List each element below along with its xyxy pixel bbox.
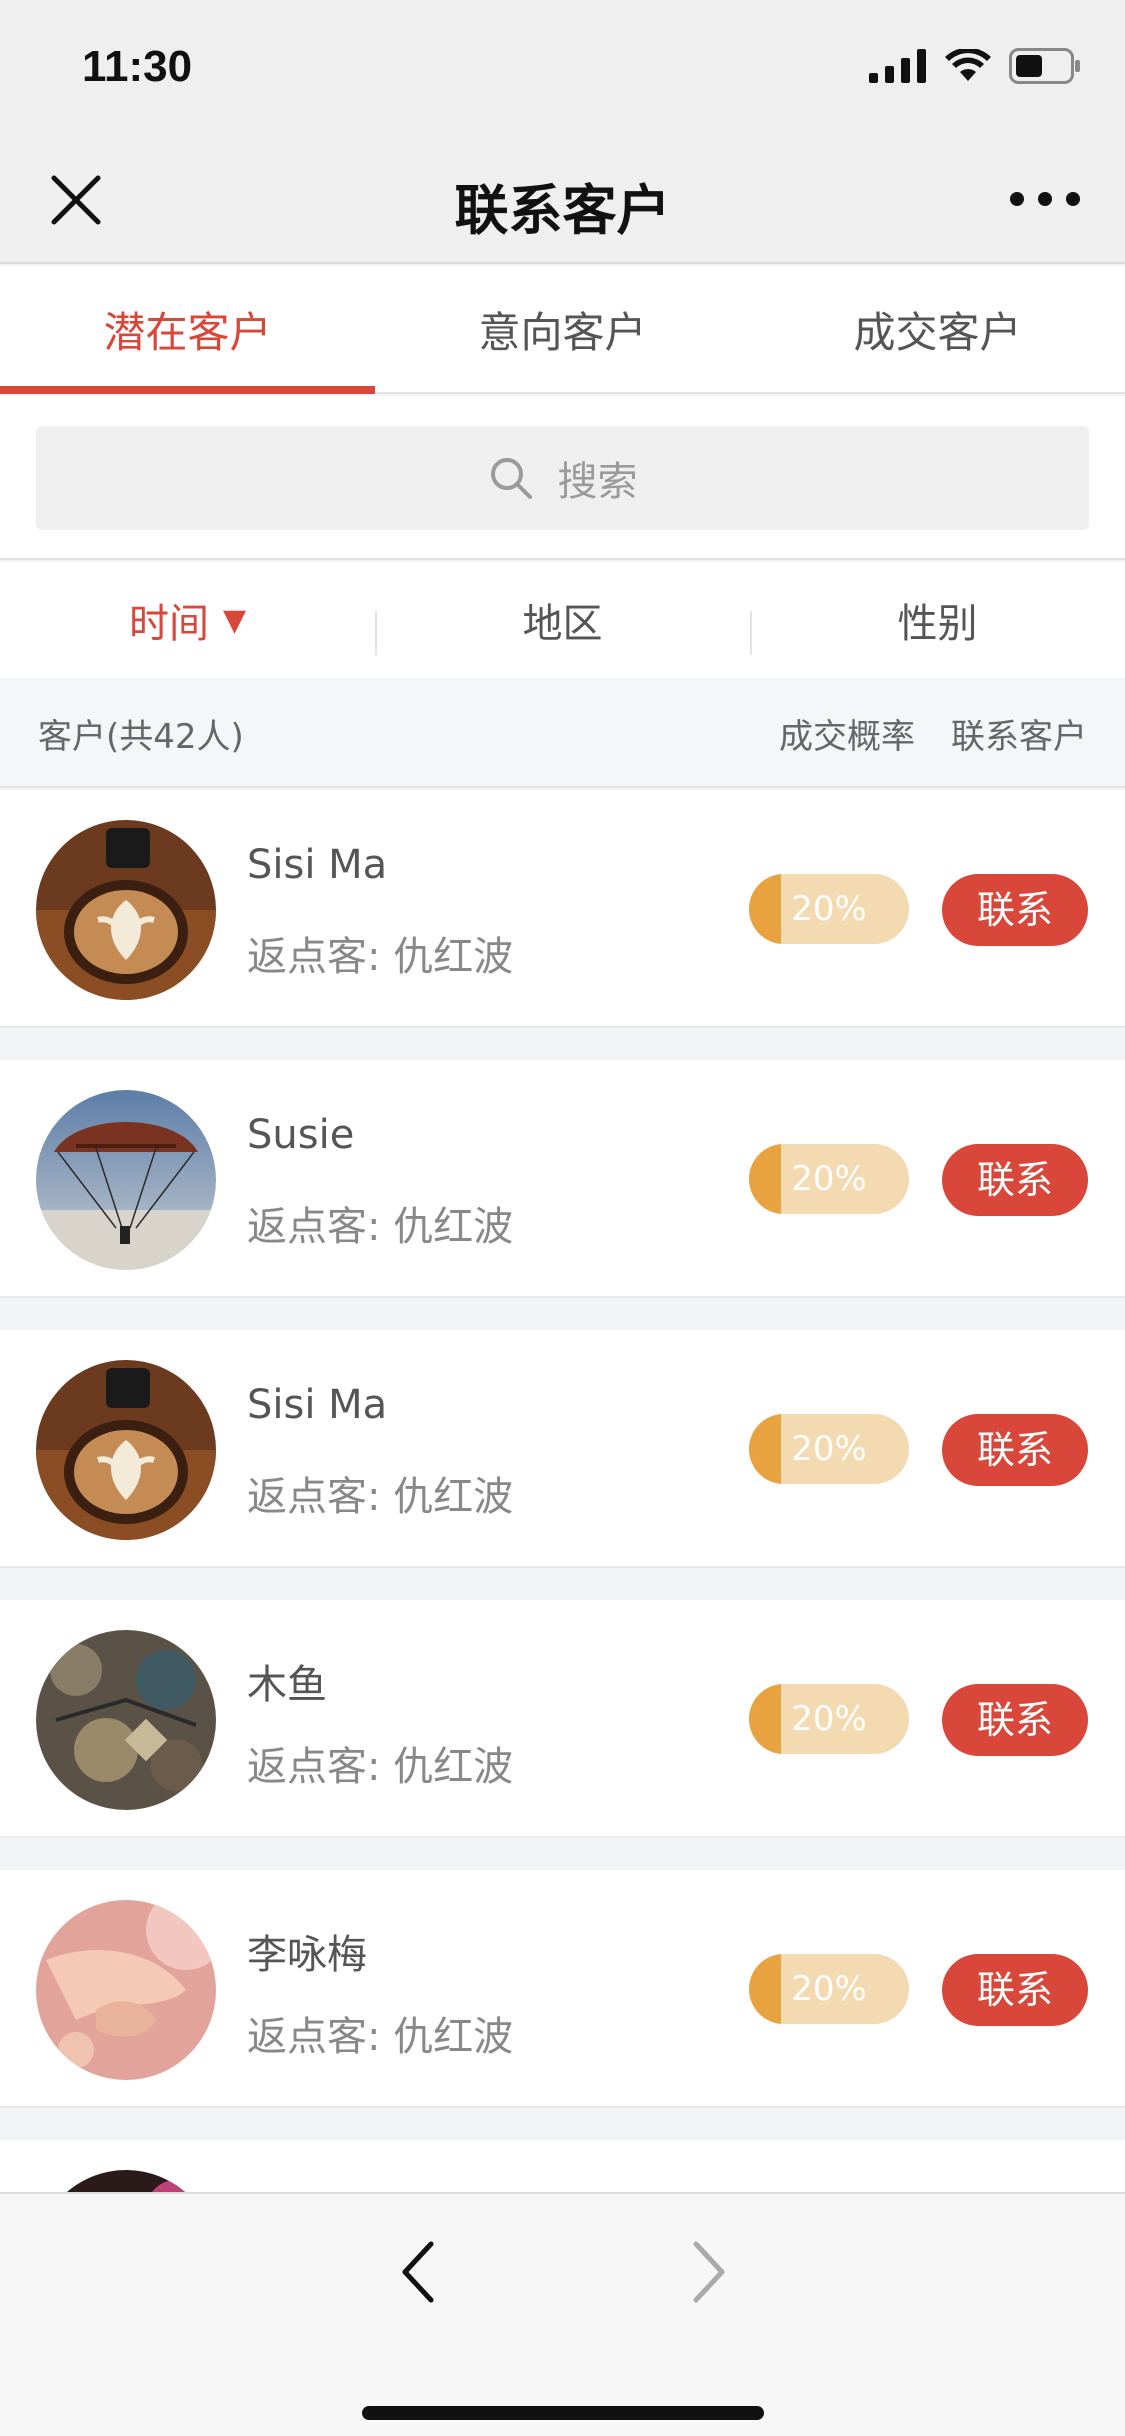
customer-referrer: 返点客: 仇红波	[247, 2014, 514, 2060]
customer-name: Sisi Ma	[247, 1382, 388, 1428]
filter-gender[interactable]: 性别	[750, 591, 1125, 655]
bottom-toolbar	[0, 2192, 1125, 2436]
search-section: 搜索	[0, 396, 1125, 560]
list-item[interactable]: 木鱼 返点客: 仇红波 20% 联系	[0, 1600, 1125, 1838]
customer-name: 木鱼	[247, 1662, 327, 1708]
status-icons	[869, 48, 1081, 84]
customer-name: Susie	[247, 1112, 355, 1158]
tab-potential-customers[interactable]: 潜在客户	[0, 266, 375, 394]
customer-referrer: 返点客: 仇红波	[247, 1474, 514, 1520]
deal-rate-badge: 20%	[749, 874, 909, 944]
filter-time[interactable]: 时间 ▼	[0, 591, 375, 649]
list-item[interactable]: Sisi Ma 返点客: 仇红波 20% 联系	[0, 1330, 1125, 1568]
forward-arrow-icon[interactable]	[684, 2236, 734, 2308]
page-title: 联系客户	[454, 179, 671, 242]
parachute-avatar	[36, 1090, 216, 1270]
back-arrow-icon[interactable]	[393, 2236, 443, 2308]
customer-referrer: 返点客: 仇红波	[247, 934, 514, 980]
status-time: 11:30	[82, 42, 193, 91]
contact-button[interactable]: 联系	[942, 1414, 1088, 1486]
more-icon[interactable]	[1009, 184, 1081, 214]
customer-name: 李咏梅	[247, 1932, 367, 1978]
list-header: 客户(共42人) 成交概率 联系客户	[0, 680, 1125, 788]
list-item[interactable]: 李咏梅 返点客: 仇红波 20% 联系	[0, 1870, 1125, 2108]
customer-list: Sisi Ma 返点客: 仇红波 20% 联系 Susie 返点客: 仇红波 2…	[0, 790, 1125, 2410]
contact-button[interactable]: 联系	[942, 1144, 1088, 1216]
tab-intended-customers[interactable]: 意向客户	[375, 266, 750, 392]
search-input[interactable]: 搜索	[36, 426, 1089, 530]
customer-referrer: 返点客: 仇红波	[247, 1744, 514, 1790]
deal-rate-text: 20%	[791, 1969, 867, 2009]
deal-rate-text: 20%	[791, 1159, 867, 1199]
deal-rate-badge: 20%	[749, 1414, 909, 1484]
deal-rate-badge: 20%	[749, 1684, 909, 1754]
coffee-avatar	[36, 820, 216, 1000]
contact-button[interactable]: 联系	[942, 874, 1088, 946]
filter-region[interactable]: 地区	[375, 591, 750, 655]
rate-column-header: 成交概率	[779, 716, 915, 757]
home-indicator	[362, 2406, 764, 2420]
wifi-icon	[945, 49, 991, 81]
deal-rate-text: 20%	[791, 1429, 867, 1469]
filter-gender-label: 性别	[897, 601, 978, 647]
contact-button[interactable]: 联系	[942, 1684, 1088, 1756]
cellular-signal-icon	[869, 49, 926, 83]
coffee-avatar	[36, 1360, 216, 1540]
deal-rate-badge: 20%	[749, 1954, 909, 2024]
search-icon	[490, 458, 532, 499]
contact-button[interactable]: 联系	[942, 1954, 1088, 2026]
deal-rate-text: 20%	[791, 1699, 867, 1739]
caret-down-icon: ▼	[222, 602, 247, 638]
list-item[interactable]: Sisi Ma 返点客: 仇红波 20% 联系	[0, 790, 1125, 1028]
customer-count: 客户(共42人)	[38, 716, 244, 757]
deal-rate-badge: 20%	[749, 1144, 909, 1214]
customer-name: Sisi Ma	[247, 842, 388, 888]
battery-icon	[1009, 48, 1080, 84]
contact-column-header: 联系客户	[951, 716, 1087, 757]
nav-bar: 联系客户	[0, 136, 1125, 264]
customer-tabs: 潜在客户 意向客户 成交客户	[0, 266, 1125, 394]
mural-avatar	[36, 1630, 216, 1810]
filter-time-label: 时间	[128, 601, 209, 647]
status-bar: 11:30	[0, 0, 1125, 136]
filter-region-label: 地区	[522, 601, 603, 647]
filter-bar: 时间 ▼ 地区 性别	[0, 562, 1125, 678]
deal-rate-text: 20%	[791, 889, 867, 929]
tab-closed-customers[interactable]: 成交客户	[750, 266, 1125, 392]
hands-avatar	[36, 1900, 216, 2080]
customer-referrer: 返点客: 仇红波	[247, 1204, 514, 1250]
search-placeholder: 搜索	[557, 459, 638, 505]
list-item[interactable]: Susie 返点客: 仇红波 20% 联系	[0, 1060, 1125, 1298]
